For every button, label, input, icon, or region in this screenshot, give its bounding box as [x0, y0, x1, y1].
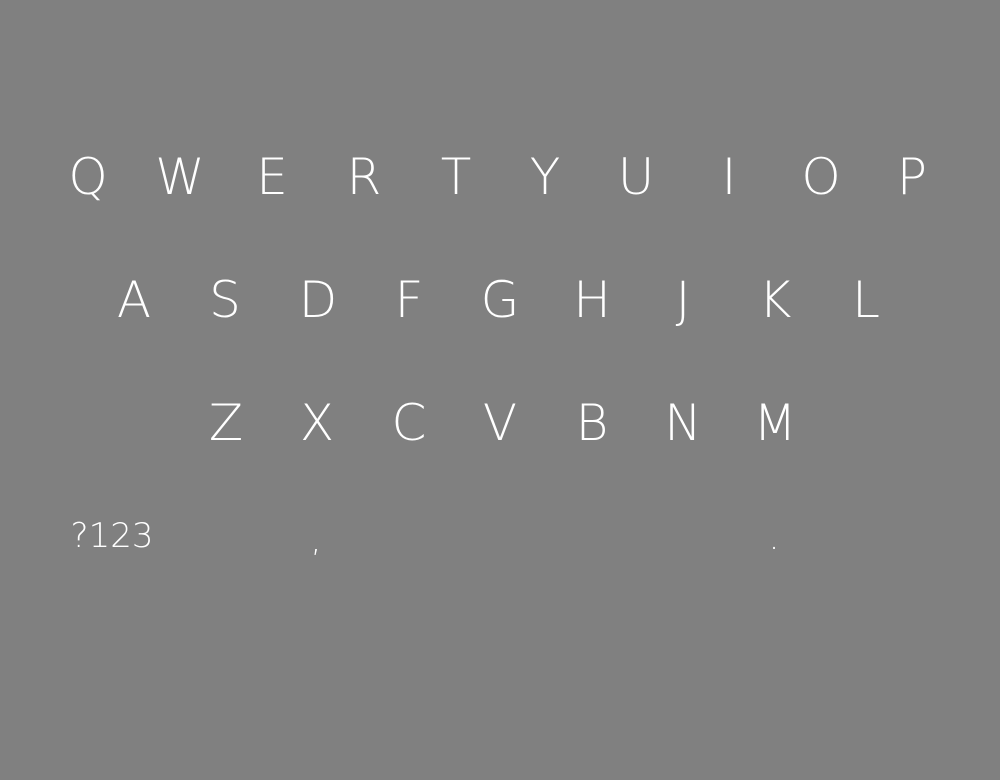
- key-s[interactable]: S: [209, 275, 241, 325]
- key-t[interactable]: T: [441, 152, 472, 202]
- symbols-key[interactable]: ?123: [71, 519, 154, 553]
- on-screen-keyboard: Q W E R T Y U I O P A S D F G H J K L Z …: [0, 0, 1000, 780]
- key-e[interactable]: E: [256, 152, 288, 202]
- key-a[interactable]: A: [117, 275, 151, 325]
- key-h[interactable]: H: [573, 275, 611, 325]
- key-i[interactable]: I: [722, 152, 737, 202]
- key-w[interactable]: W: [155, 152, 204, 202]
- comma-key[interactable]: ,: [311, 523, 322, 557]
- key-f[interactable]: F: [395, 275, 424, 325]
- key-c[interactable]: C: [392, 398, 427, 448]
- key-j[interactable]: J: [676, 275, 691, 325]
- key-q[interactable]: Q: [68, 152, 107, 202]
- key-b[interactable]: B: [576, 398, 609, 448]
- key-d[interactable]: D: [299, 275, 338, 325]
- key-p[interactable]: P: [897, 152, 927, 202]
- key-u[interactable]: U: [618, 152, 655, 202]
- key-l[interactable]: L: [852, 275, 880, 325]
- key-x[interactable]: X: [300, 398, 334, 448]
- period-key[interactable]: .: [769, 521, 780, 555]
- key-k[interactable]: K: [759, 275, 792, 325]
- key-n[interactable]: N: [664, 398, 701, 448]
- key-g[interactable]: G: [481, 275, 520, 325]
- key-y[interactable]: Y: [530, 152, 561, 202]
- key-r[interactable]: R: [347, 152, 382, 202]
- key-z[interactable]: Z: [209, 398, 243, 448]
- key-m[interactable]: M: [753, 398, 796, 448]
- key-v[interactable]: V: [483, 398, 517, 448]
- key-o[interactable]: O: [801, 152, 840, 202]
